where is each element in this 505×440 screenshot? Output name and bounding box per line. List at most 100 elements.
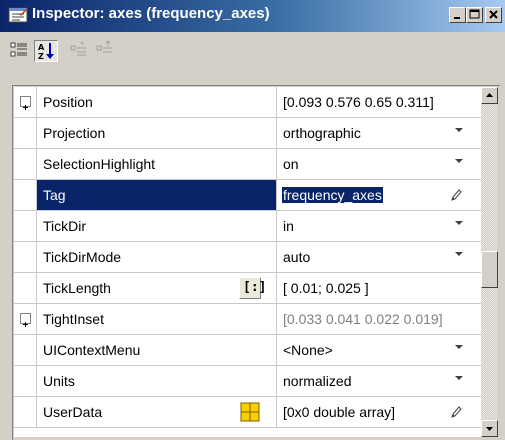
property-name-cell: TickDir xyxy=(37,211,277,241)
property-value-dropdown[interactable]: orthographic xyxy=(277,118,463,148)
expand-toggle[interactable] xyxy=(20,313,31,327)
array-editor-button[interactable]: [:] xyxy=(239,277,266,299)
property-grid: Position [0.093 0.576 0.65 0.311] Projec… xyxy=(14,87,481,437)
property-row-userdata[interactable]: UserData [0x0 double array] xyxy=(14,397,481,428)
scroll-thumb[interactable] xyxy=(481,251,498,288)
property-row-projection[interactable]: Projection orthographic xyxy=(14,118,481,149)
property-row-tightinset[interactable]: TightInset [0.033 0.041 0.022 0.019] xyxy=(14,304,481,335)
collapse-all-button[interactable] xyxy=(94,40,118,62)
close-icon xyxy=(489,10,498,19)
row-expander-cell xyxy=(14,211,37,241)
property-name-cell: TickLength [:] xyxy=(37,273,277,303)
property-name-cell: UIContextMenu xyxy=(37,335,277,365)
dropdown-arrow-icon[interactable] xyxy=(455,128,463,132)
property-name: TickDirMode xyxy=(43,249,122,265)
property-value: on xyxy=(283,156,299,172)
property-value: in xyxy=(283,218,294,234)
maximize-button[interactable] xyxy=(466,7,483,23)
inspector-app-icon xyxy=(8,7,28,23)
property-name: TickLength xyxy=(43,280,111,296)
property-value-dropdown[interactable]: in xyxy=(277,211,463,241)
scroll-down-button[interactable] xyxy=(481,420,498,437)
row-expander-cell xyxy=(14,118,37,148)
close-button[interactable] xyxy=(485,7,502,23)
property-row-position[interactable]: Position [0.093 0.576 0.65 0.311] xyxy=(14,87,481,118)
property-row-ticklength[interactable]: TickLength [:] [ 0.01; 0.025 ] xyxy=(14,273,481,304)
arrow-up-icon xyxy=(486,93,493,97)
grid-icon[interactable] xyxy=(240,402,260,422)
property-row-tickdirmode[interactable]: TickDirMode auto xyxy=(14,242,481,273)
row-expander-cell xyxy=(14,397,37,427)
property-name-cell: Position xyxy=(37,87,277,117)
property-name: Tag xyxy=(43,187,66,203)
arrow-down-icon xyxy=(486,427,493,431)
property-value[interactable]: frequency_axes xyxy=(282,187,383,203)
property-value: auto xyxy=(283,249,311,265)
title-bar[interactable]: Inspector: axes (frequency_axes) xyxy=(0,0,505,32)
categorized-view-button[interactable] xyxy=(8,40,32,62)
property-value-dropdown[interactable]: normalized xyxy=(277,366,463,396)
property-name: UIContextMenu xyxy=(43,342,141,358)
property-value-dropdown[interactable]: auto xyxy=(277,242,463,272)
property-row-uicontextmenu[interactable]: UIContextMenu <None> xyxy=(14,335,481,366)
row-expander-cell xyxy=(14,335,37,365)
plus-icon xyxy=(23,322,28,327)
dropdown-arrow-icon[interactable] xyxy=(455,345,463,349)
property-name-cell: TightInset xyxy=(37,304,277,334)
property-row-selectionhighlight[interactable]: SelectionHighlight on xyxy=(14,149,481,180)
property-value: [0.033 0.041 0.022 0.019] xyxy=(283,311,443,327)
property-row-tag[interactable]: Tag frequency_axes xyxy=(14,180,481,211)
toolbar: A Z xyxy=(0,32,505,70)
property-value-dropdown[interactable]: on xyxy=(277,149,463,179)
expand-all-button[interactable] xyxy=(68,40,92,62)
scroll-up-button[interactable] xyxy=(481,87,498,104)
property-value-edit[interactable]: [0x0 double array] xyxy=(277,397,463,427)
property-name-cell: TickDirMode xyxy=(37,242,277,272)
minimize-button[interactable] xyxy=(449,7,466,23)
svg-text:Z: Z xyxy=(38,52,44,61)
row-expander-cell xyxy=(14,180,37,210)
pencil-icon[interactable] xyxy=(450,405,462,419)
window-title: Inspector: axes (frequency_axes) xyxy=(32,5,270,22)
property-row-units[interactable]: Units normalized xyxy=(14,366,481,397)
property-name: TickDir xyxy=(43,218,87,234)
svg-text:A: A xyxy=(38,43,45,52)
dropdown-arrow-icon[interactable] xyxy=(455,376,463,380)
property-name: SelectionHighlight xyxy=(43,156,156,172)
property-value: orthographic xyxy=(283,125,361,141)
sort-alphabetical-button[interactable]: A Z xyxy=(34,40,58,62)
row-expander-cell xyxy=(14,366,37,396)
plus-icon xyxy=(23,105,28,110)
row-expander-cell xyxy=(14,304,37,334)
row-expander-cell xyxy=(14,87,37,117)
property-name: Units xyxy=(43,373,75,389)
dropdown-arrow-icon[interactable] xyxy=(455,159,463,163)
dropdown-arrow-icon[interactable] xyxy=(455,252,463,256)
property-value-cell[interactable]: [ 0.01; 0.025 ] xyxy=(277,273,463,303)
property-value-dropdown[interactable]: <None> xyxy=(277,335,463,365)
property-name-cell: Units xyxy=(37,366,277,396)
pencil-icon[interactable] xyxy=(450,188,462,202)
maximize-icon xyxy=(469,9,480,19)
property-value-edit[interactable]: frequency_axes xyxy=(277,180,463,210)
property-name: Position xyxy=(43,94,93,110)
property-value: normalized xyxy=(283,373,352,389)
property-value: [0x0 double array] xyxy=(283,404,396,420)
property-name-cell: Projection xyxy=(37,118,277,148)
property-name-cell: SelectionHighlight xyxy=(37,149,277,179)
property-name: UserData xyxy=(43,404,103,420)
property-name: TightInset xyxy=(43,311,104,327)
vertical-scrollbar[interactable] xyxy=(481,87,498,437)
minimize-icon xyxy=(454,17,460,19)
property-name-cell: Tag xyxy=(37,180,277,210)
property-name-cell: UserData xyxy=(37,397,277,427)
categorized-icon xyxy=(10,42,27,57)
array-editor-label: [:] xyxy=(243,280,267,295)
property-value: [ 0.01; 0.025 ] xyxy=(283,280,369,296)
dropdown-arrow-icon[interactable] xyxy=(455,221,463,225)
expand-toggle[interactable] xyxy=(20,96,31,110)
sort-alphabetical-icon: A Z xyxy=(38,43,54,61)
property-row-tickdir[interactable]: TickDir in xyxy=(14,211,481,242)
property-value-cell[interactable]: [0.093 0.576 0.65 0.311] xyxy=(277,87,463,117)
row-expander-cell xyxy=(14,149,37,179)
